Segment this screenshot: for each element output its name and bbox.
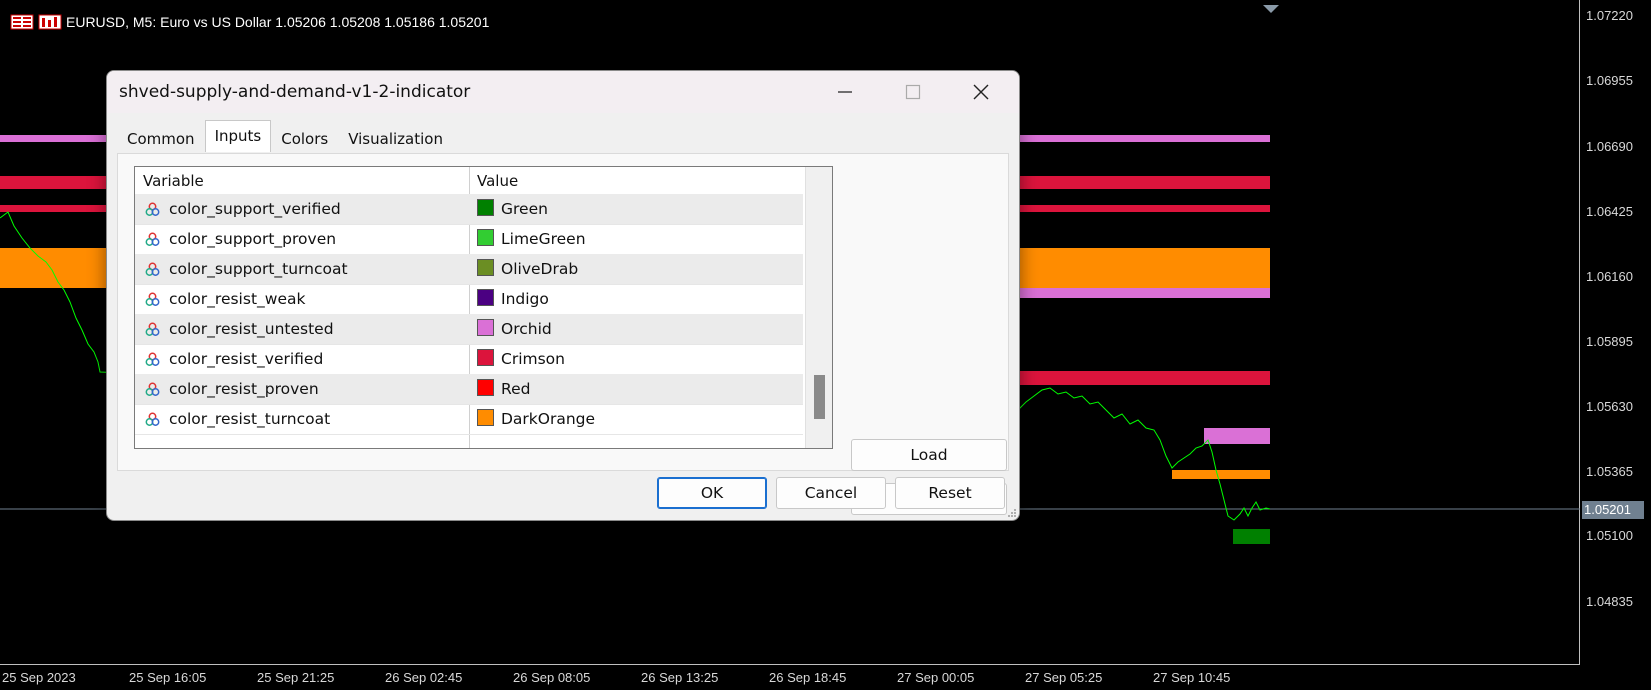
- variable-value[interactable]: DarkOrange: [501, 410, 595, 428]
- table-row[interactable]: color_support_turncoat OliveDrab: [135, 254, 803, 285]
- price-label: 1.04835: [1586, 594, 1633, 609]
- chart-list-icon[interactable]: [10, 14, 34, 30]
- variable-value[interactable]: Green: [501, 200, 548, 218]
- reset-button[interactable]: Reset: [895, 477, 1005, 509]
- variable-name: color_resist_verified: [169, 350, 324, 368]
- price-label: 1.07220: [1586, 8, 1633, 23]
- color-variable-icon: [145, 322, 160, 336]
- maximize-button[interactable]: [879, 71, 947, 113]
- table-row[interactable]: color_support_verified Green: [135, 194, 803, 225]
- color-variable-icon: [145, 352, 160, 366]
- table-row[interactable]: color_resist_turncoat DarkOrange: [135, 404, 803, 435]
- cancel-button[interactable]: Cancel: [776, 477, 886, 509]
- scrollbar-thumb[interactable]: [814, 375, 825, 419]
- variable-name: color_resist_turncoat: [169, 410, 331, 428]
- zone-green: [1233, 529, 1270, 544]
- ok-button[interactable]: OK: [657, 477, 767, 509]
- color-swatch[interactable]: [477, 199, 494, 216]
- variable-value[interactable]: Crimson: [501, 350, 565, 368]
- time-label: 27 Sep 10:45: [1153, 670, 1231, 685]
- variable-value[interactable]: Red: [501, 380, 530, 398]
- grid-scrollbar[interactable]: [805, 167, 832, 448]
- color-swatch[interactable]: [477, 409, 494, 426]
- column-header-value[interactable]: Value: [477, 172, 518, 190]
- variable-name: color_support_proven: [169, 230, 337, 248]
- zone-orchid-3: [1204, 428, 1270, 444]
- time-label: 27 Sep 00:05: [897, 670, 975, 685]
- color-variable-icon: [145, 202, 160, 216]
- color-swatch[interactable]: [477, 229, 494, 246]
- table-row[interactable]: color_resist_proven Red: [135, 374, 803, 405]
- price-label: 1.06955: [1586, 73, 1633, 88]
- chart-title-text: EURUSD, M5: Euro vs US Dollar 1.05206 1.…: [66, 14, 490, 30]
- tab-common[interactable]: Common: [117, 123, 205, 153]
- price-label: 1.06690: [1586, 139, 1633, 154]
- table-row[interactable]: color_resist_untested Orchid: [135, 314, 803, 345]
- variable-value[interactable]: LimeGreen: [501, 230, 586, 248]
- maximize-icon: [905, 84, 921, 100]
- color-variable-icon: [145, 292, 160, 306]
- color-swatch[interactable]: [477, 319, 494, 336]
- current-price-badge: 1.05201: [1582, 501, 1644, 519]
- dialog-titlebar[interactable]: shved-supply-and-demand-v1-2-indicator: [107, 71, 1019, 113]
- time-label: 25 Sep 16:05: [129, 670, 207, 685]
- table-row[interactable]: color_support_proven LimeGreen: [135, 224, 803, 255]
- tab-visualization[interactable]: Visualization: [338, 123, 453, 153]
- price-label: 1.05630: [1586, 399, 1633, 414]
- table-row[interactable]: color_resist_verified Crimson: [135, 344, 803, 375]
- price-label: 1.06425: [1586, 204, 1633, 219]
- zone-crimson-3: [1015, 371, 1270, 385]
- time-label: 25 Sep 21:25: [257, 670, 335, 685]
- color-swatch[interactable]: [477, 259, 494, 276]
- variable-value[interactable]: Indigo: [501, 290, 549, 308]
- time-label: 26 Sep 18:45: [769, 670, 847, 685]
- variable-value[interactable]: OliveDrab: [501, 260, 578, 278]
- tab-colors[interactable]: Colors: [271, 123, 338, 153]
- variable-name: color_resist_proven: [169, 380, 319, 398]
- time-label: 27 Sep 05:25: [1025, 670, 1103, 685]
- color-swatch[interactable]: [477, 349, 494, 366]
- inputs-panel: Variable Value color_support_verified Gr…: [117, 153, 1009, 515]
- load-button[interactable]: Load: [851, 439, 1007, 471]
- indicator-icon[interactable]: [38, 14, 62, 30]
- variable-name: color_resist_untested: [169, 320, 334, 338]
- variable-name: color_resist_weak: [169, 290, 306, 308]
- color-variable-icon: [145, 232, 160, 246]
- shift-marker[interactable]: [1263, 5, 1279, 13]
- price-label: 1.05895: [1586, 334, 1633, 349]
- zone-darkorange-2: [1172, 470, 1270, 479]
- minimize-button[interactable]: [811, 71, 879, 113]
- dialog-title: shved-supply-and-demand-v1-2-indicator: [119, 82, 471, 102]
- color-variable-icon: [145, 262, 160, 276]
- column-header-variable[interactable]: Variable: [143, 172, 204, 190]
- zone-orchid-2: [1015, 288, 1270, 298]
- color-swatch[interactable]: [477, 289, 494, 306]
- color-swatch[interactable]: [477, 379, 494, 396]
- variable-name: color_support_turncoat: [169, 260, 348, 278]
- variable-value[interactable]: Orchid: [501, 320, 552, 338]
- color-variable-icon: [145, 382, 160, 396]
- price-label: 1.05100: [1586, 528, 1633, 543]
- minimize-icon: [838, 91, 852, 93]
- table-row[interactable]: color_resist_weak Indigo: [135, 284, 803, 315]
- indicator-dialog: shved-supply-and-demand-v1-2-indicator C…: [106, 70, 1020, 521]
- time-label: 25 Sep 2023: [2, 670, 76, 685]
- close-icon: [973, 84, 989, 100]
- inputs-grid[interactable]: Variable Value color_support_verified Gr…: [134, 166, 833, 449]
- tab-bar: Common Inputs Colors Visualization: [117, 120, 453, 153]
- resize-grip-icon[interactable]: [1007, 508, 1017, 518]
- variable-name: color_support_verified: [169, 200, 341, 218]
- color-variable-icon: [145, 412, 160, 426]
- time-label: 26 Sep 08:05: [513, 670, 591, 685]
- price-label: 1.05365: [1586, 464, 1633, 479]
- close-button[interactable]: [947, 71, 1015, 113]
- price-label: 1.06160: [1586, 269, 1633, 284]
- time-label: 26 Sep 02:45: [385, 670, 463, 685]
- time-label: 26 Sep 13:25: [641, 670, 719, 685]
- tab-inputs[interactable]: Inputs: [204, 120, 272, 152]
- chart-title: EURUSD, M5: Euro vs US Dollar 1.05206 1.…: [10, 14, 489, 30]
